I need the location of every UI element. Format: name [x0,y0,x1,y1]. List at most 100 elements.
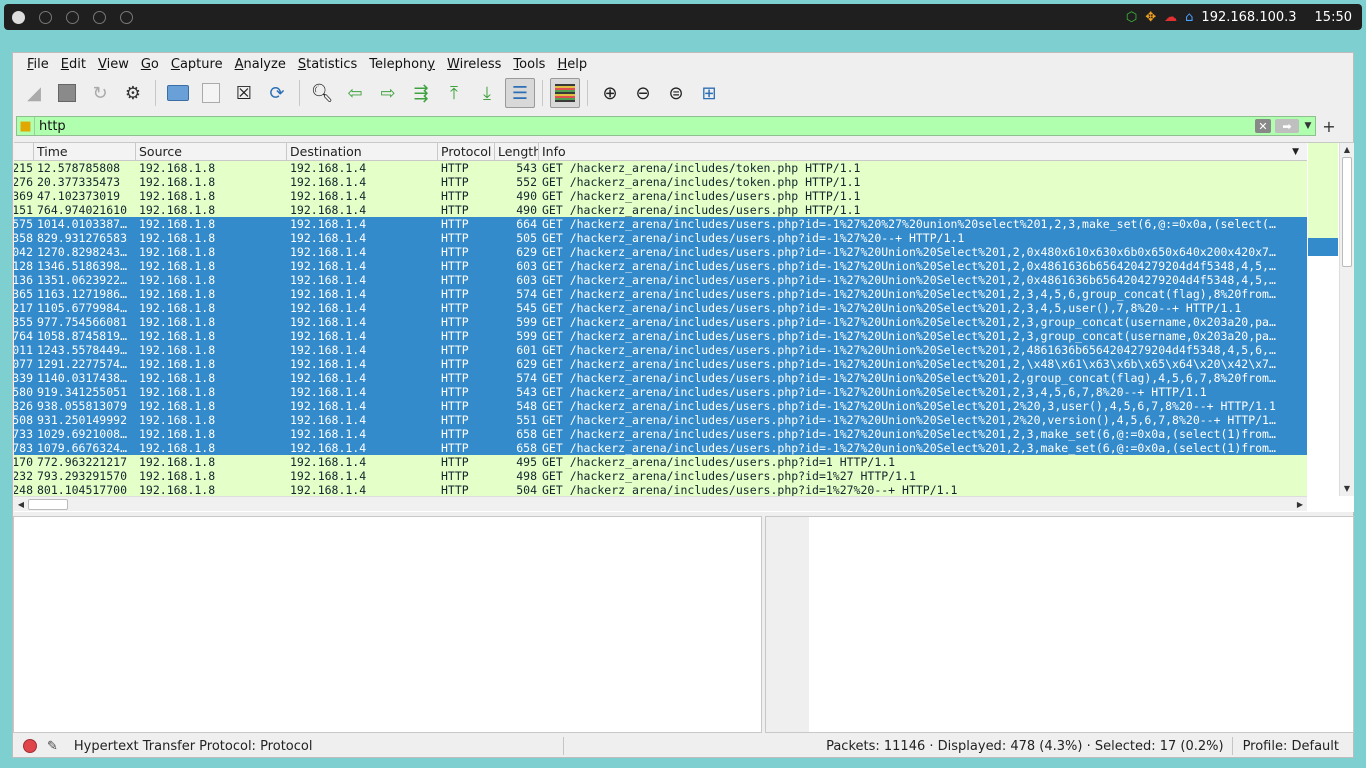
scroll-down-icon[interactable]: ▼ [1340,482,1354,496]
horizontal-scroll-thumb[interactable] [28,498,68,510]
workspace-3-indicator[interactable] [66,10,79,24]
menu-statistics[interactable]: Statistics [292,57,363,72]
packet-list-horizontal-scrollbar[interactable]: ◀ ▶ [14,496,1307,511]
restart-capture-icon[interactable]: ↻ [85,78,115,108]
reload-file-icon[interactable]: ⟳ [262,78,292,108]
packet-row[interactable]: 365 1163.1271986… 192.168.1.8 192.168.1.4 HT… [14,287,1307,301]
packet-cell-proto: HTTP [441,273,469,287]
column-header-protocol[interactable]: Protocol [438,143,495,160]
zoom-in-icon[interactable]: ⊕ [595,78,625,108]
packet-row[interactable]: 011 1243.5578449… 192.168.1.8 192.168.1.4 HT… [14,343,1307,357]
go-forward-icon[interactable]: ⇨ [373,78,403,108]
workspace-1-indicator[interactable] [12,10,25,24]
colorize-icon[interactable] [550,78,580,108]
packet-cell-dst: 192.168.1.4 [290,399,367,413]
go-back-icon[interactable]: ⇦ [340,78,370,108]
apply-filter-icon[interactable]: ➡ [1275,119,1299,133]
cloud-icon[interactable]: ☁ [1164,11,1177,24]
scroll-left-icon[interactable]: ◀ [14,500,28,509]
resize-columns-icon[interactable]: ⊞ [694,78,724,108]
packet-row[interactable]: 232 793.293291570 192.168.1.8 192.168.1.4 HT… [14,469,1307,483]
column-header-no[interactable] [14,143,34,160]
workspace-2-indicator[interactable] [39,10,52,24]
packet-row[interactable]: 575 1014.0103387… 192.168.1.8 192.168.1.4 HT… [14,217,1307,231]
menu-wireless[interactable]: Wireless [441,57,507,72]
start-capture-icon[interactable]: ◢ [19,78,49,108]
column-header-length[interactable]: Length [495,143,539,160]
autoscroll-icon[interactable]: ☰ [505,78,535,108]
column-header-info[interactable]: Info [539,143,1307,160]
menu-tools[interactable]: Tools [507,57,551,72]
filter-bookmark-icon[interactable]: ■ [17,117,35,135]
packet-row[interactable]: 128 1346.5186398… 192.168.1.8 192.168.1.4 HT… [14,259,1307,273]
menu-telephony[interactable]: Telephony [363,57,441,72]
packet-bytes-pane[interactable] [765,516,1354,733]
toolbar-separator [587,80,588,106]
packet-cell-dst: 192.168.1.4 [290,161,367,175]
package-icon[interactable]: ⬡ [1126,11,1137,24]
open-file-icon[interactable] [163,78,193,108]
stop-capture-icon[interactable] [52,78,82,108]
packet-details-pane[interactable] [13,516,762,733]
network-icon[interactable]: ✥ [1145,11,1156,24]
scroll-up-icon[interactable]: ▲ [1340,143,1354,157]
column-header-destination[interactable]: Destination [287,143,438,160]
packet-row[interactable]: 326 938.055813079 192.168.1.8 192.168.1.4 HT… [14,399,1307,413]
packet-minimap[interactable] [1308,143,1338,496]
packet-row[interactable]: 508 931.250149992 192.168.1.8 192.168.1.4 HT… [14,413,1307,427]
packet-row[interactable]: 764 1058.8745819… 192.168.1.8 192.168.1.4 HT… [14,329,1307,343]
save-file-icon[interactable] [196,78,226,108]
edit-comment-icon[interactable]: ✎ [47,739,58,754]
vertical-scroll-thumb[interactable] [1342,157,1352,267]
filter-text[interactable]: http [35,119,1255,134]
add-filter-button-icon[interactable]: + [1316,117,1342,136]
menu-analyze[interactable]: Analyze [229,57,292,72]
go-last-icon[interactable]: ⤓ [472,78,502,108]
packet-row[interactable]: 339 1140.0317438… 192.168.1.8 192.168.1.4 HT… [14,371,1307,385]
column-header-time[interactable]: Time [34,143,136,160]
close-file-icon[interactable]: ☒ [229,78,259,108]
packet-row[interactable]: 217 1105.6779984… 192.168.1.8 192.168.1.4 HT… [14,301,1307,315]
workspace-5-indicator[interactable] [120,10,133,24]
packet-row[interactable]: 355 977.754566081 192.168.1.8 192.168.1.4 HT… [14,315,1307,329]
go-to-packet-icon[interactable]: ⇶ [406,78,436,108]
menu-go[interactable]: Go [135,57,165,72]
packet-row[interactable]: 369 47.102373019 192.168.1.8 192.168.1.4 HTT… [14,189,1307,203]
sort-chevron-down-icon[interactable]: ▼ [1292,143,1299,161]
packet-row[interactable]: 580 919.341255051 192.168.1.8 192.168.1.4 HT… [14,385,1307,399]
filter-history-dropdown-icon[interactable]: ▼ [1301,117,1315,135]
status-profile-text[interactable]: Profile: Default [1233,739,1353,754]
zoom-normal-icon[interactable]: ⊜ [661,78,691,108]
packet-cell-info: GET /hackerz_arena/includes/users.php?id… [542,287,1276,301]
menu-edit[interactable]: Edit [55,57,92,72]
clear-filter-icon[interactable]: ✕ [1255,119,1271,133]
expert-info-led-icon[interactable] [23,739,37,753]
packet-row[interactable]: 042 1270.8298243… 192.168.1.8 192.168.1.4 HT… [14,245,1307,259]
packet-row[interactable]: 077 1291.2277574… 192.168.1.8 192.168.1.4 HT… [14,357,1307,371]
menu-help[interactable]: Help [551,57,593,72]
display-filter-input[interactable]: ■ http ✕ ➡ ▼ [16,116,1316,136]
packet-row[interactable]: 248 801.104517700 192.168.1.8 192.168.1.4 HT… [14,483,1307,497]
packet-cell-time: 1163.1271986… [37,287,128,301]
menu-file[interactable]: File [21,57,55,72]
packet-row[interactable]: 733 1029.6921008… 192.168.1.8 192.168.1.4 HT… [14,427,1307,441]
packet-list-vertical-scrollbar[interactable]: ▲ ▼ [1339,143,1354,496]
workspace-4-indicator[interactable] [93,10,106,24]
packet-row[interactable]: 215 12.578785808 192.168.1.8 192.168.1.4 HTT… [14,161,1307,175]
find-packet-icon[interactable]: 🔍︎ [307,78,337,108]
zoom-out-icon[interactable]: ⊖ [628,78,658,108]
packet-row[interactable]: 358 829.931276583 192.168.1.8 192.168.1.4 HT… [14,231,1307,245]
capture-options-icon[interactable]: ⚙ [118,78,148,108]
packet-row[interactable]: 136 1351.0623922… 192.168.1.8 192.168.1.4 HT… [14,273,1307,287]
menu-capture[interactable]: Capture [165,57,229,72]
scroll-right-icon[interactable]: ▶ [1293,500,1307,509]
packet-cell-proto: HTTP [441,483,469,497]
packet-row[interactable]: 170 772.963221217 192.168.1.8 192.168.1.4 HT… [14,455,1307,469]
menu-view[interactable]: View [92,57,135,72]
packet-row[interactable]: 151 764.974021610 192.168.1.8 192.168.1.4 HT… [14,203,1307,217]
packet-cell-src: 192.168.1.8 [139,343,216,357]
packet-row[interactable]: 783 1079.6676324… 192.168.1.8 192.168.1.4 HT… [14,441,1307,455]
packet-row[interactable]: 276 20.377335473 192.168.1.8 192.168.1.4 HTT… [14,175,1307,189]
column-header-source[interactable]: Source [136,143,287,160]
go-first-icon[interactable]: ⤒ [439,78,469,108]
